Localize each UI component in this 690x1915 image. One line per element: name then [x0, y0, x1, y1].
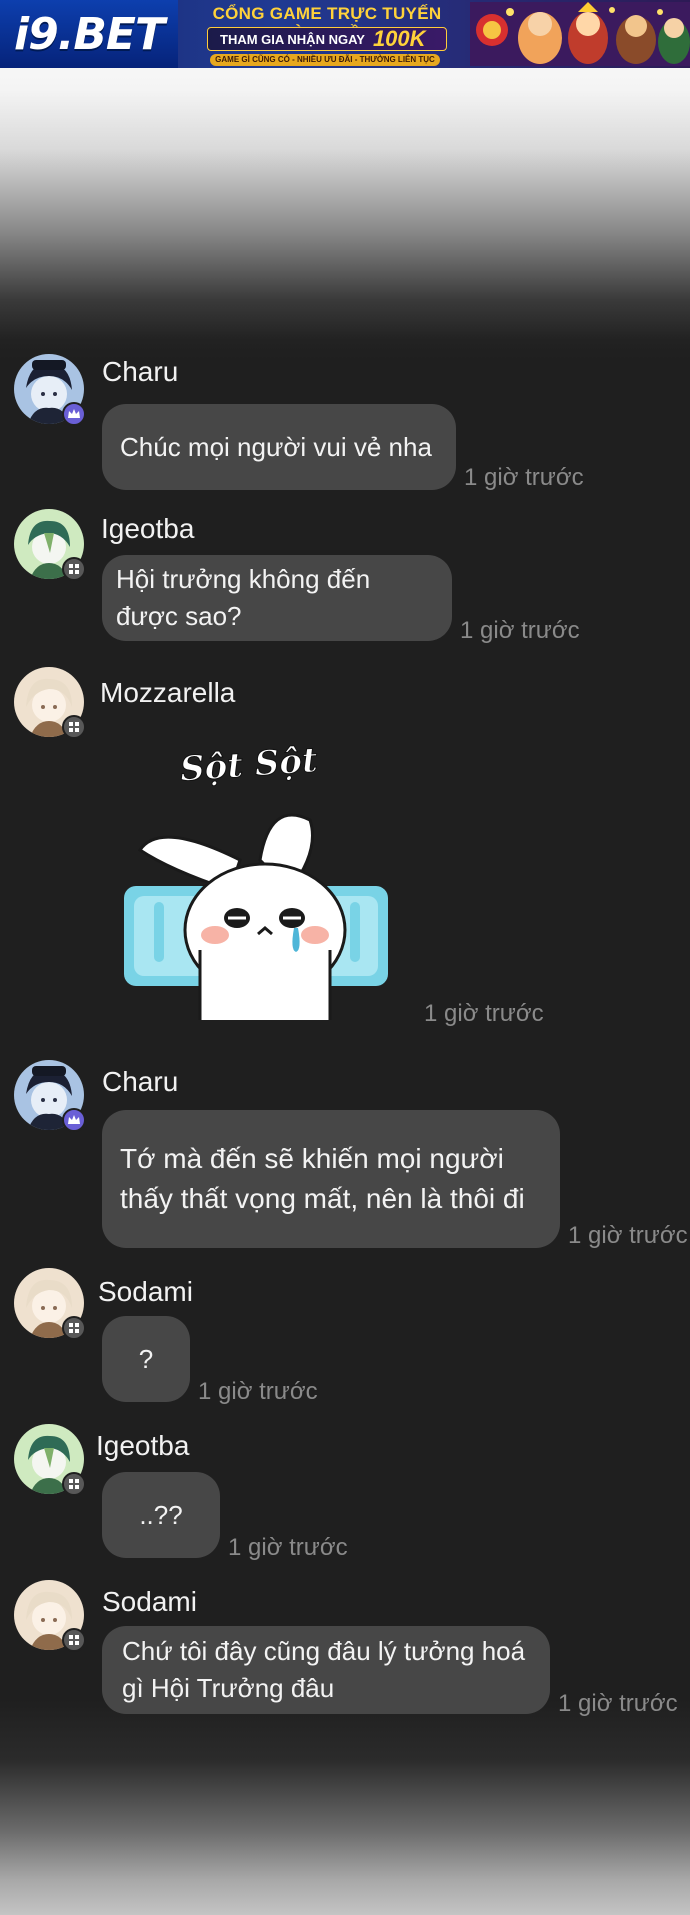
sender-name[interactable]: Igeotba	[96, 1430, 189, 1462]
avatar-igeotba[interactable]	[14, 509, 86, 581]
banner-game-characters-image	[470, 2, 690, 66]
message-timestamp: 1 giờ trước	[460, 617, 580, 644]
banner-join-text: THAM GIA NHẬN NGAY	[220, 31, 365, 47]
message-text: Hội trưởng không đến được sao?	[116, 564, 371, 631]
sticker-caption: Sột Sột	[178, 740, 319, 791]
avatar-sodami[interactable]	[14, 1268, 86, 1340]
message-bubble[interactable]: ..??	[102, 1472, 220, 1558]
avatar-mozzarella[interactable]	[14, 667, 86, 739]
message-text: Chúc mọi người vui vẻ nha	[120, 431, 432, 462]
sender-name[interactable]: Sodami	[98, 1276, 193, 1308]
message-bubble[interactable]: Hội trưởng không đến được sao?	[102, 555, 452, 641]
message-bubble[interactable]: Tớ mà đến sẽ khiến mọi người thấy thất v…	[102, 1110, 560, 1248]
banner-logo: i9.BET	[0, 0, 178, 68]
message-bubble[interactable]: Chúc mọi người vui vẻ nha	[102, 404, 456, 490]
crown-badge-icon	[62, 1108, 86, 1132]
message-timestamp: 1 giờ trước	[464, 464, 584, 491]
avatar-charu[interactable]	[14, 354, 86, 426]
message-bubble[interactable]: Chứ tôi đây cũng đâu lý tưởng hoá gì Hội…	[102, 1626, 550, 1714]
crying-bunny-sticker-image	[124, 813, 388, 1020]
banner-join-box: THAM GIA NHẬN NGAY 100K	[207, 26, 447, 51]
message-timestamp: 1 giờ trước	[424, 1000, 544, 1027]
banner-logo-text: i9.BET	[13, 8, 165, 60]
member-badge-icon	[62, 1628, 86, 1652]
ad-banner[interactable]: i9.BET Cổng game trực tuyến hàng đầu THA…	[0, 0, 690, 68]
message-timestamp: 1 giờ trước	[198, 1378, 318, 1405]
crown-badge-icon	[62, 402, 86, 426]
sender-name[interactable]: Mozzarella	[100, 677, 235, 709]
avatar-sodami[interactable]	[14, 1580, 86, 1652]
chat-page: i9.BET Cổng game trực tuyến hàng đầu THA…	[0, 0, 690, 1915]
member-badge-icon	[62, 1316, 86, 1340]
sender-name[interactable]: Charu	[102, 1066, 178, 1098]
member-badge-icon	[62, 557, 86, 581]
message-text: ..??	[139, 1499, 183, 1530]
message-timestamp: 1 giờ trước	[558, 1690, 678, 1717]
member-badge-icon	[62, 1472, 86, 1496]
message-timestamp: 1 giờ trước	[228, 1534, 348, 1561]
message-bubble[interactable]: ?	[102, 1316, 190, 1402]
banner-bonus: 100K	[372, 26, 426, 51]
banner-tagline: GAME GÌ CŨNG CÓ - NHIỀU ƯU ĐÃI - THƯỞNG …	[210, 54, 440, 66]
avatar-charu[interactable]	[14, 1060, 86, 1132]
message-timestamp: 1 giờ trước	[568, 1222, 688, 1249]
avatar-igeotba[interactable]	[14, 1424, 86, 1496]
member-badge-icon	[62, 715, 86, 739]
sender-name[interactable]: Igeotba	[101, 513, 194, 545]
message-text: Tớ mà đến sẽ khiến mọi người thấy thất v…	[120, 1143, 525, 1214]
message-text: ?	[138, 1343, 154, 1374]
sender-name[interactable]: Sodami	[102, 1586, 197, 1618]
message-text: Chứ tôi đây cũng đâu lý tưởng hoá gì Hội…	[122, 1636, 526, 1703]
sticker-message[interactable]: Sột Sột	[120, 740, 400, 1020]
sender-name[interactable]: Charu	[102, 356, 178, 388]
